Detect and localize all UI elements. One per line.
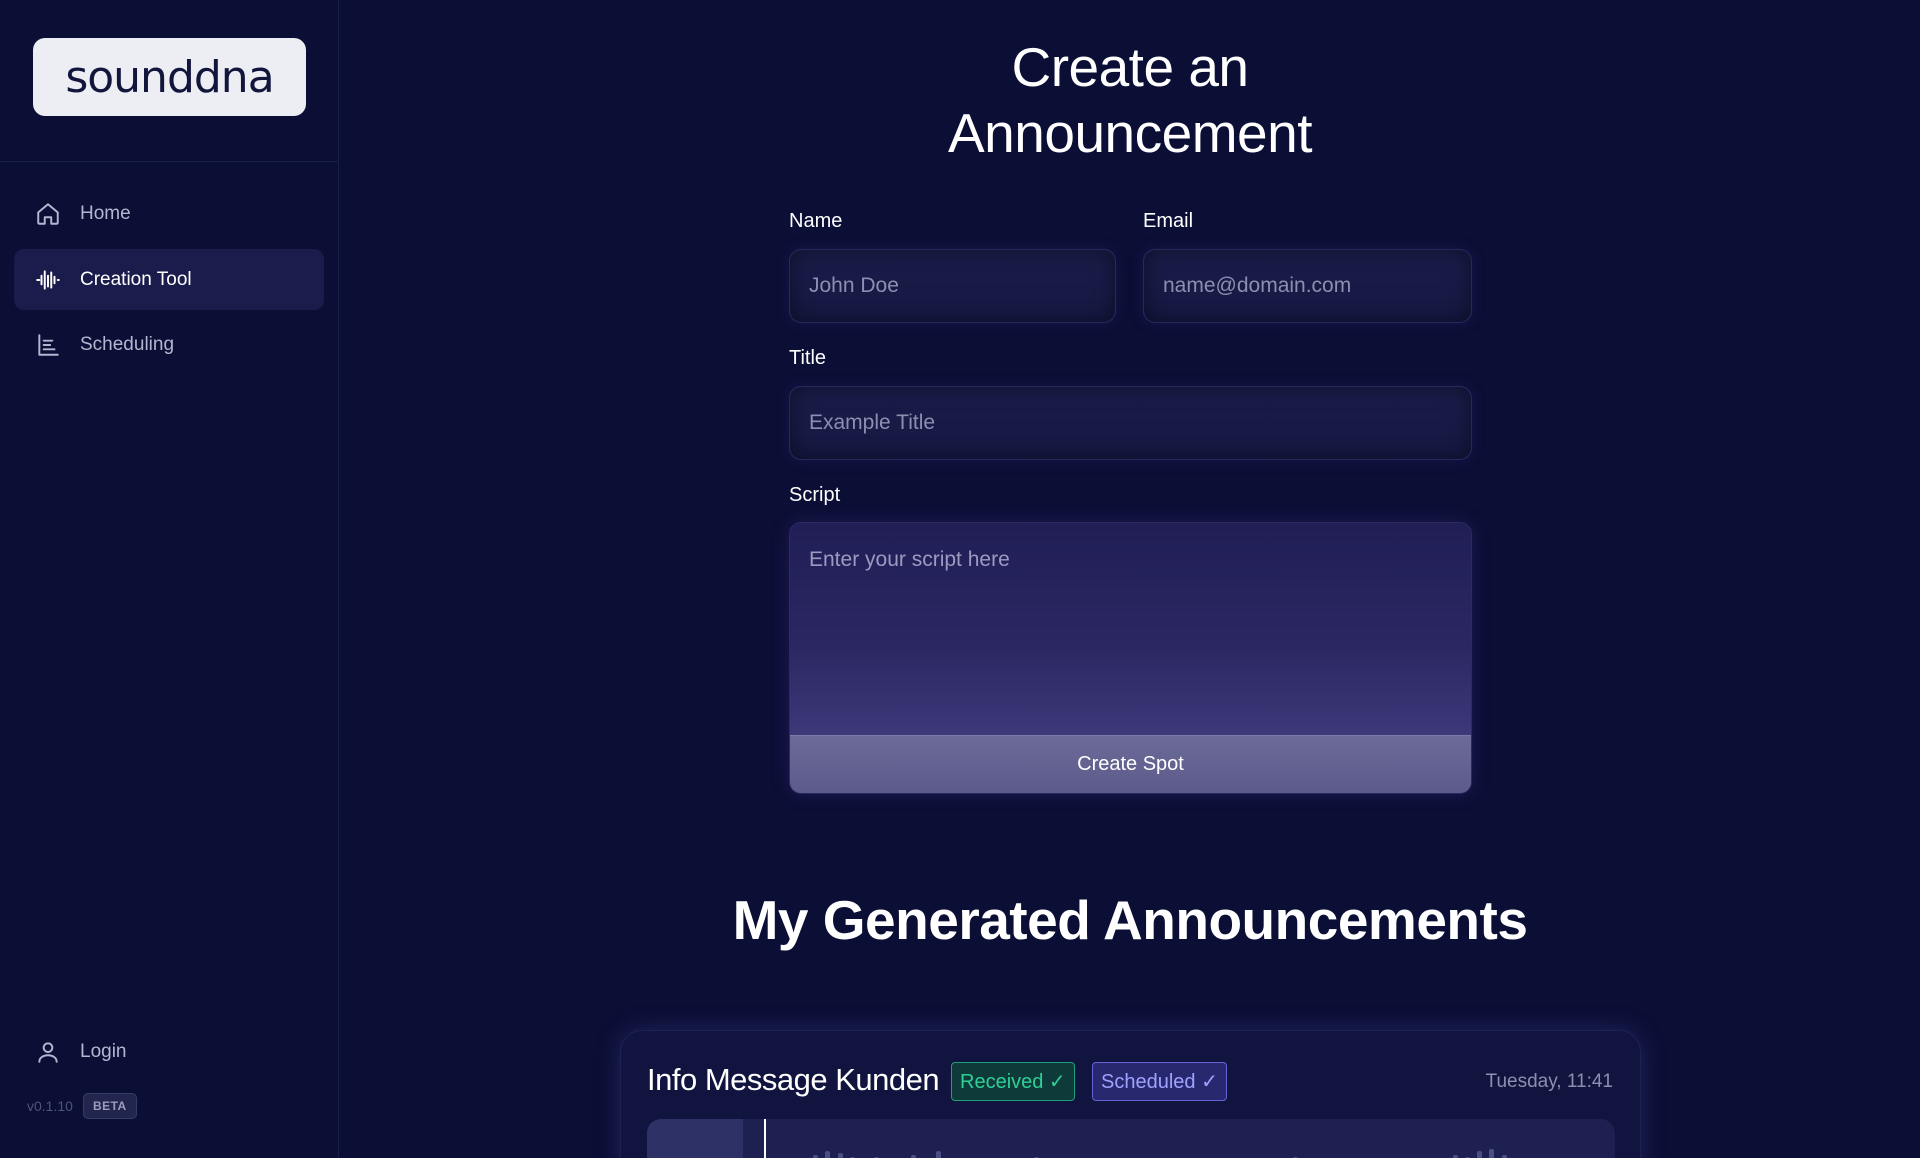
announcement-time: Tuesday, 11:41: [1485, 1071, 1613, 1092]
email-placeholder: name@domain.com: [1163, 274, 1352, 297]
title-input[interactable]: Example Title: [789, 386, 1472, 460]
sidebar-item-label: Creation Tool: [80, 268, 192, 290]
waveform-bar: [1477, 1151, 1483, 1158]
version-row: v0.1.10 BETA: [27, 1093, 137, 1119]
announcement-title: Info Message Kunden: [647, 1062, 940, 1097]
received-badge: Received ✓: [951, 1062, 1075, 1101]
section-title: My Generated Announcements: [732, 889, 1528, 951]
sidebar-item-creation-tool[interactable]: Creation Tool: [14, 249, 324, 310]
announcement-card[interactable]: Info Message Kunden Received ✓ Scheduled…: [620, 1030, 1641, 1158]
waveform-bar: [837, 1153, 843, 1158]
sidebar-item-scheduling[interactable]: Scheduling: [14, 314, 324, 375]
sidebar-item-label: Scheduling: [80, 333, 175, 355]
waveform-bar: [1489, 1149, 1495, 1158]
waveform-icon: [34, 266, 62, 294]
version-text: v0.1.10: [27, 1098, 73, 1114]
sidebar-item-login[interactable]: Login: [14, 1021, 324, 1082]
list-chart-icon: [34, 331, 62, 359]
waveform-bar: [935, 1151, 941, 1158]
title-placeholder: Example Title: [809, 411, 936, 434]
sidebar-item-home[interactable]: Home: [14, 183, 324, 244]
page-title-line1: Create an: [1011, 36, 1249, 98]
sidebar: sounddna Home Creation Tool Scheduling L…: [0, 0, 339, 1158]
name-input[interactable]: John Doe: [789, 249, 1116, 323]
title-label: Title: [789, 347, 827, 369]
home-icon: [34, 200, 62, 228]
sidebar-divider: [0, 161, 339, 162]
script-label: Script: [789, 484, 841, 506]
email-input[interactable]: name@domain.com: [1143, 249, 1472, 323]
name-placeholder: John Doe: [809, 274, 899, 297]
audio-player[interactable]: [647, 1119, 1615, 1158]
name-label: Name: [789, 210, 843, 232]
logo-text: sounddna: [65, 51, 274, 103]
logo[interactable]: sounddna: [33, 38, 306, 116]
create-spot-label: Create Spot: [1077, 753, 1184, 775]
sidebar-item-label: Home: [80, 202, 131, 224]
sidebar-item-label: Login: [80, 1040, 127, 1062]
scheduled-badge: Scheduled ✓: [1092, 1062, 1227, 1101]
page-title: Create an Announcement: [340, 34, 1920, 166]
beta-badge: BETA: [82, 1093, 137, 1119]
page-title-line2: Announcement: [948, 102, 1313, 164]
play-button[interactable]: [647, 1119, 743, 1158]
user-icon: [34, 1038, 62, 1066]
script-textarea[interactable]: Enter your script here Create Spot: [789, 522, 1472, 794]
playhead[interactable]: [764, 1119, 766, 1158]
script-placeholder: Enter your script here: [809, 548, 1010, 571]
email-label: Email: [1143, 210, 1194, 232]
waveform-bar: [825, 1151, 831, 1158]
create-spot-button[interactable]: Create Spot: [790, 735, 1471, 793]
